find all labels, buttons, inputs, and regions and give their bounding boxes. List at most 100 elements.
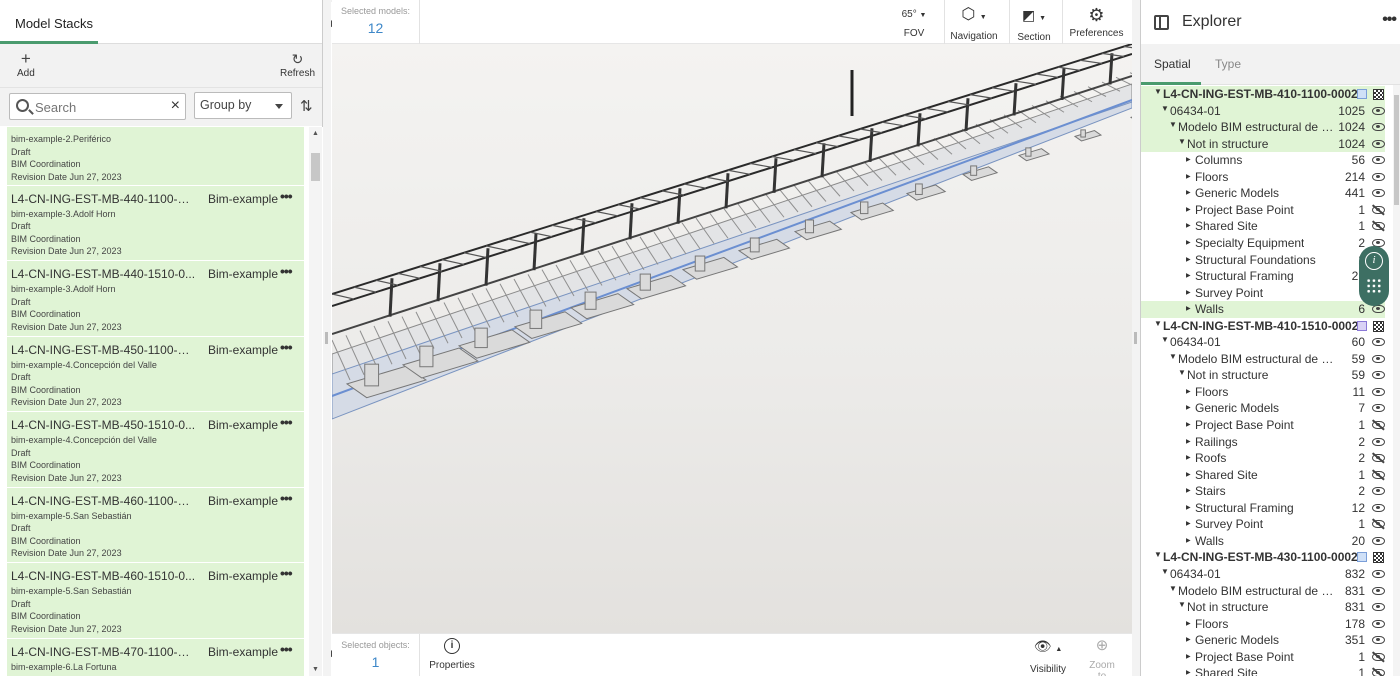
eye-off-icon[interactable] (1372, 669, 1385, 676)
tree-row[interactable]: ▶ Roofs 2 (1141, 450, 1385, 467)
tab-type[interactable]: Type (1215, 57, 1241, 71)
clear-search-icon[interactable]: × (171, 97, 180, 115)
eye-icon[interactable] (1372, 123, 1385, 132)
chevron-down-icon[interactable]: ▼ (1154, 319, 1162, 328)
tree-row[interactable]: ▶ Floors 178 (1141, 616, 1385, 633)
more-options-icon[interactable]: ••• (280, 641, 293, 657)
tree-row[interactable]: ▶ Survey Point (1141, 285, 1385, 302)
chevron-down-icon[interactable]: ▼ (1161, 567, 1169, 576)
3d-canvas[interactable] (332, 44, 1132, 633)
eye-icon[interactable] (1372, 387, 1385, 396)
right-splitter[interactable] (1132, 0, 1140, 676)
chevron-down-icon[interactable]: ▼ (1178, 600, 1186, 609)
tree-row[interactable]: ▶ Project Base Point 1 (1141, 202, 1385, 219)
chevron-down-icon[interactable]: ▼ (1178, 368, 1186, 377)
model-stack-item[interactable]: L4-CN-ING-EST-MB-440-1100-00... Bim-examp… (7, 185, 304, 261)
eye-icon[interactable] (1372, 156, 1385, 165)
preferences-button[interactable]: ⚙ Preferences (1068, 6, 1125, 39)
eye-off-icon[interactable] (1372, 470, 1385, 479)
chevron-right-icon[interactable]: ▶ (1186, 471, 1191, 478)
visibility-button[interactable]: 👁 ▲ Visibility (1027, 638, 1069, 675)
tree-row[interactable]: ▶ Survey Point 1 (1141, 516, 1385, 533)
model-stack-item[interactable]: L4-CN-ING-EST-MB-450-1510-0... Bim-exampl… (7, 412, 304, 488)
model-color-swatch[interactable] (1357, 552, 1367, 563)
model-stack-item[interactable]: L4-CN-ING-EST-MB-470-1100-00... Bim-examp… (7, 638, 304, 676)
eye-icon[interactable] (1372, 503, 1385, 512)
model-color-swatch[interactable] (1357, 89, 1367, 99)
model-stack-item[interactable]: L4-CN-ING-EST-MB-460-1510-0... Bim-exampl… (7, 563, 304, 639)
eye-icon[interactable] (1372, 305, 1385, 314)
model-color-swatch[interactable] (1357, 320, 1367, 331)
eye-icon[interactable] (1372, 586, 1385, 595)
eye-off-icon[interactable] (1372, 421, 1385, 429)
chevron-down-icon[interactable]: ▼ (1154, 87, 1162, 96)
eye-icon[interactable] (1372, 106, 1385, 115)
left-scrollbar[interactable]: ▲ ▼ (309, 127, 322, 676)
tree-row[interactable]: ▶ Specialty Equipment 2 (1141, 235, 1385, 252)
chevron-right-icon[interactable]: ▶ (1186, 388, 1191, 395)
tree-row[interactable]: ▶Structural Foundations2 (1141, 252, 1385, 269)
eye-icon[interactable] (1372, 487, 1385, 496)
tree-row[interactable]: ▶ Walls 20 (1141, 533, 1385, 550)
eye-off-icon[interactable] (1372, 205, 1385, 214)
left-splitter[interactable] (323, 0, 331, 676)
tree-row[interactable]: ▶ Project Base Point 1 (1141, 649, 1385, 666)
eye-icon[interactable] (1372, 172, 1385, 181)
bridge-model-render[interactable] (332, 44, 1132, 633)
chevron-right-icon[interactable]: ▶ (1186, 669, 1191, 676)
eye-icon[interactable] (1372, 139, 1385, 148)
tree-row[interactable]: ▼ Modelo BIM estructural de la... 1024 (1141, 119, 1385, 136)
tree-row[interactable]: ▼ L4-CN-ING-EST-MB-410-1100-0002 (1141, 86, 1385, 103)
tree-row[interactable]: ▶ Columns 56 (1141, 152, 1385, 169)
tree-row[interactable]: ▶ Walls 6 (1141, 301, 1385, 318)
properties-button[interactable]: i Properties (428, 638, 476, 671)
eye-off-icon[interactable] (1372, 652, 1385, 661)
panel-toggle-icon[interactable] (1154, 15, 1169, 30)
tree-row[interactable]: ▶ Project Base Point 1 (1141, 417, 1385, 434)
chevron-down-icon[interactable]: ▼ (1161, 335, 1169, 344)
fov-button[interactable]: 65° ▼ FOV (892, 6, 936, 39)
tab-model-stacks[interactable]: Model Stacks (0, 0, 98, 44)
eye-icon[interactable] (1372, 354, 1385, 363)
tree-row[interactable]: ▶ Railings 2 (1141, 434, 1385, 451)
chevron-right-icon[interactable]: ▶ (1186, 256, 1191, 263)
chevron-right-icon[interactable]: ▶ (1186, 438, 1191, 445)
model-stack-item[interactable]: bim-example-2.Periférico Draft BIM Coordin… (7, 127, 304, 186)
tree-row[interactable]: ▶ Generic Models 351 (1141, 632, 1385, 649)
tree-row[interactable]: ▼ Modelo BIM estructural de la E... 59 (1141, 351, 1385, 368)
chevron-right-icon[interactable]: ▶ (1186, 404, 1191, 411)
selected-models-count[interactable]: 12 (332, 16, 419, 36)
tree-row[interactable]: ▼ 06434-01 1025 (1141, 102, 1385, 120)
tree-row[interactable]: ▶ Stairs 2 (1141, 483, 1385, 500)
chevron-right-icon[interactable]: ▶ (1186, 239, 1191, 246)
tree-row[interactable]: ▶ Generic Models 441 (1141, 185, 1385, 202)
groupby-select[interactable]: Group by (194, 92, 292, 119)
chevron-right-icon[interactable]: ▶ (1186, 173, 1191, 180)
tree-row[interactable]: ▼ Not in structure 59 (1141, 367, 1385, 384)
eye-icon[interactable] (1372, 404, 1385, 413)
scroll-thumb[interactable] (311, 153, 320, 181)
tree-row[interactable]: ▶Structural Framing27 (1141, 268, 1385, 285)
scroll-thumb[interactable] (1394, 95, 1399, 205)
chevron-right-icon[interactable]: ▶ (1186, 305, 1191, 312)
chevron-right-icon[interactable]: ▶ (1186, 537, 1191, 544)
chevron-down-icon[interactable]: ▼ (1161, 104, 1169, 113)
more-options-icon[interactable]: ••• (1382, 11, 1397, 29)
keypad-icon[interactable] (1366, 278, 1382, 294)
model-stack-item[interactable]: L4-CN-ING-EST-MB-460-1100-00... Bim-examp… (7, 487, 304, 563)
tree-row[interactable]: ▶ Shared Site 1 (1141, 218, 1385, 235)
model-stack-item[interactable]: L4-CN-ING-EST-MB-440-1510-0... Bim-exampl… (7, 261, 304, 337)
more-options-icon[interactable]: ••• (280, 414, 293, 430)
tree-row[interactable]: ▶ Structural Framing 12 (1141, 500, 1385, 517)
eye-off-icon[interactable] (1372, 222, 1385, 231)
chevron-right-icon[interactable]: ▶ (1186, 520, 1191, 527)
chevron-down-icon[interactable]: ▼ (1178, 137, 1186, 146)
tree-row[interactable]: ▼ 06434-01 832 (1141, 566, 1385, 583)
tree-row[interactable]: ▶ Floors 11 (1141, 384, 1385, 401)
more-options-icon[interactable]: ••• (280, 188, 293, 204)
more-options-icon[interactable]: ••• (280, 565, 293, 581)
scroll-up-icon[interactable]: ▲ (312, 130, 319, 137)
chevron-right-icon[interactable]: ▶ (1186, 222, 1191, 229)
scroll-down-icon[interactable]: ▼ (312, 666, 319, 673)
zoom-to-button[interactable]: ⊕ Zoom to (1084, 638, 1120, 676)
